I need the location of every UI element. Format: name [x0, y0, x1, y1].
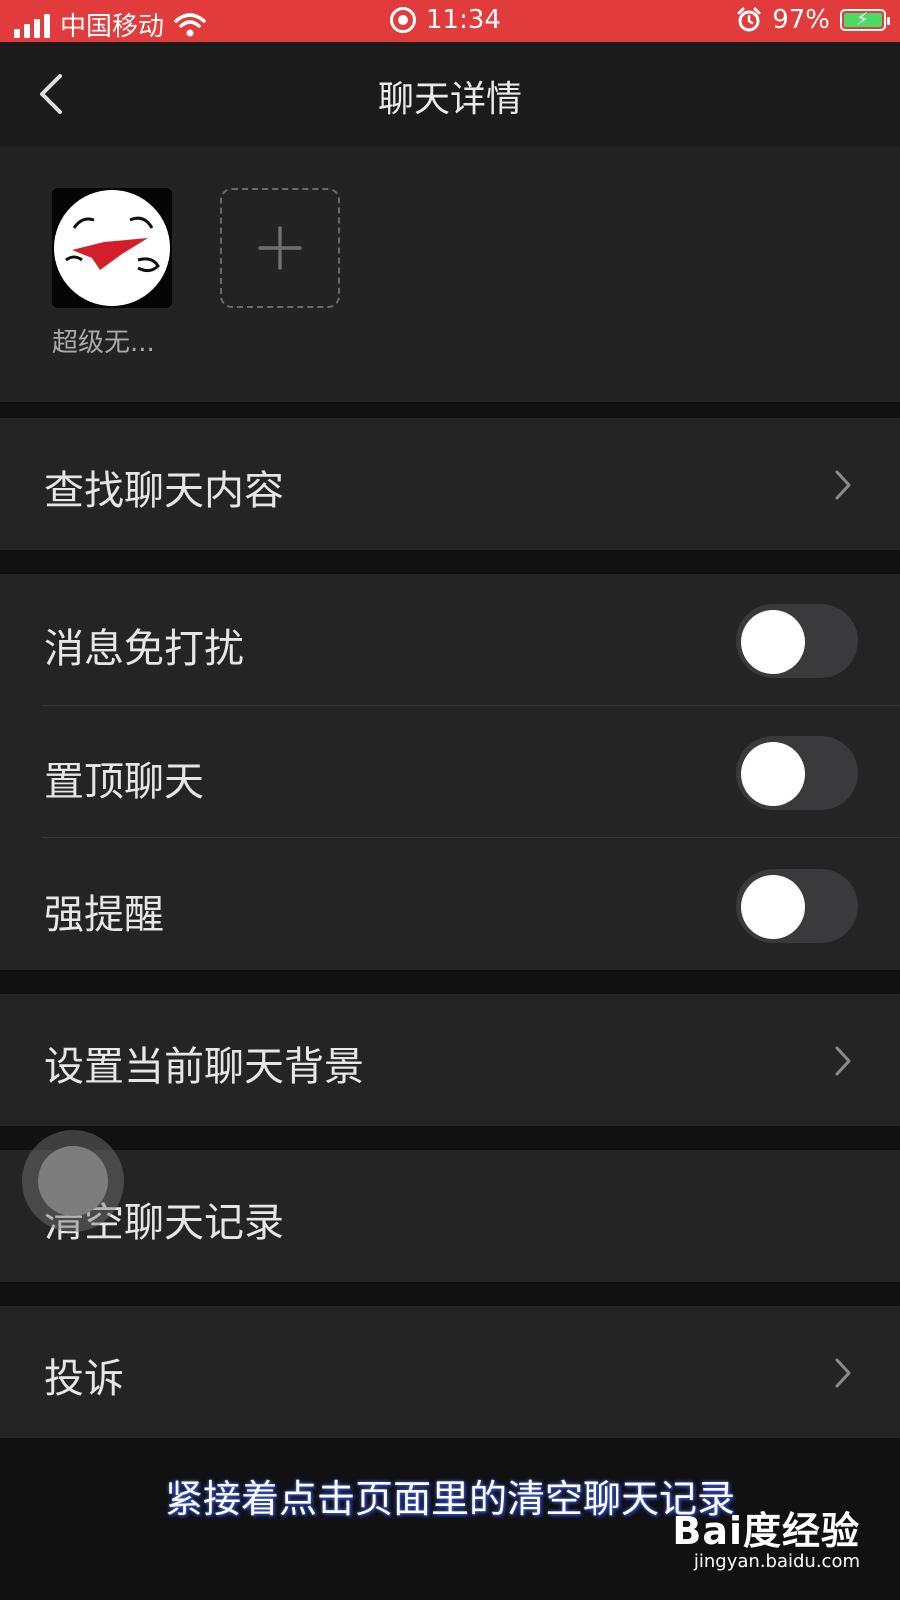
set-chat-background-cell[interactable]: 设置当前聊天背景	[0, 994, 900, 1126]
search-chat-content-label: 查找聊天内容	[44, 468, 284, 514]
member-avatar[interactable]	[52, 188, 172, 308]
chevron-right-icon	[835, 1046, 851, 1076]
status-bar: 中国移动 11:34 97% ⚡	[0, 0, 900, 42]
touch-indicator	[22, 1130, 124, 1232]
watermark-logo: Bai度经验	[672, 1509, 860, 1553]
set-chat-background-label: 设置当前聊天背景	[44, 1044, 364, 1090]
battery-percent: 97%	[772, 5, 830, 35]
wifi-icon	[174, 12, 206, 36]
clock: 11:34	[426, 5, 501, 35]
status-left: 中国移动	[14, 6, 206, 43]
cellular-signal-icon	[14, 12, 50, 38]
baidu-jingyan-watermark: Bai度经验 jingyan.baidu.com	[672, 1500, 860, 1572]
battery-icon: ⚡	[840, 9, 890, 31]
status-center: 11:34	[390, 5, 501, 35]
chevron-right-icon	[835, 470, 851, 500]
carrier-name: 中国移动	[60, 12, 165, 42]
divider	[42, 837, 900, 838]
mute-notifications-label: 消息免打扰	[44, 626, 244, 672]
avatar-image	[54, 190, 170, 306]
members-section: 超级无...	[0, 146, 900, 402]
status-right: 97% ⚡	[736, 5, 890, 35]
strong-reminder-label: 强提醒	[44, 892, 164, 938]
member-name: 超级无...	[52, 328, 155, 358]
clear-chat-history-cell[interactable]: 清空聊天记录	[0, 1150, 900, 1282]
search-chat-content-cell[interactable]: 查找聊天内容	[0, 418, 900, 550]
strong-reminder-toggle[interactable]	[736, 869, 858, 943]
chevron-right-icon	[835, 1358, 851, 1388]
plus-icon	[258, 226, 302, 270]
pin-chat-toggle[interactable]	[736, 736, 858, 810]
settings-toggle-group: 消息免打扰 置顶聊天 强提醒	[0, 574, 900, 970]
alarm-icon	[737, 7, 761, 32]
page-title: 聊天详情	[377, 79, 522, 120]
mute-notifications-toggle[interactable]	[736, 604, 858, 678]
divider	[42, 705, 900, 706]
report-cell[interactable]: 投诉	[0, 1306, 900, 1438]
nav-bar: 聊天详情	[0, 42, 900, 146]
screen-recording-icon	[390, 7, 416, 33]
watermark-url: jingyan.baidu.com	[693, 1551, 860, 1572]
report-label: 投诉	[44, 1356, 124, 1402]
pin-chat-label: 置顶聊天	[44, 759, 204, 805]
add-member-button[interactable]	[220, 188, 340, 308]
